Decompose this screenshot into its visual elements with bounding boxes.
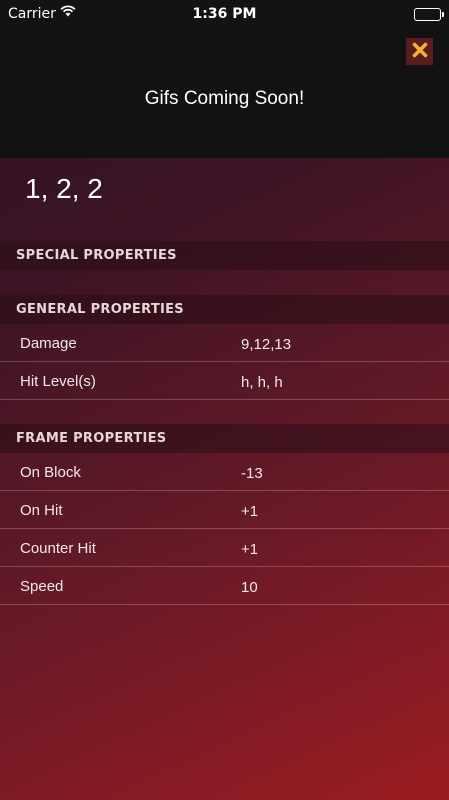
property-value: +1 bbox=[241, 503, 259, 520]
close-x-icon bbox=[412, 42, 428, 62]
property-label: On Block bbox=[20, 464, 81, 481]
section-header-special: SPECIAL PROPERTIES bbox=[0, 241, 449, 270]
property-value: 9,12,13 bbox=[241, 336, 292, 353]
section-header-frame: FRAME PROPERTIES bbox=[0, 424, 449, 453]
property-row-damage: Damage 9,12,13 bbox=[0, 324, 449, 362]
property-label: Hit Level(s) bbox=[20, 373, 96, 390]
gif-notice: Gifs Coming Soon! bbox=[144, 88, 305, 109]
media-header: Gifs Coming Soon! bbox=[0, 30, 449, 158]
property-row-on-hit: On Hit +1 bbox=[0, 491, 449, 529]
battery-icon bbox=[414, 8, 444, 21]
property-value: 10 bbox=[241, 579, 258, 596]
section-header-general: GENERAL PROPERTIES bbox=[0, 295, 449, 324]
property-row-speed: Speed 10 bbox=[0, 567, 449, 605]
property-row-on-block: On Block -13 bbox=[0, 453, 449, 491]
close-button[interactable] bbox=[406, 38, 433, 65]
property-label: Speed bbox=[20, 578, 64, 595]
property-row-hit-level: Hit Level(s) h, h, h bbox=[0, 362, 449, 400]
move-detail-screen: Carrier 1:36 PM Gifs Coming Soon! 1, 2, … bbox=[0, 0, 449, 800]
property-label: On Hit bbox=[20, 502, 63, 519]
status-bar: Carrier 1:36 PM bbox=[0, 0, 449, 30]
move-title: 1, 2, 2 bbox=[25, 173, 103, 204]
property-row-counter-hit: Counter Hit +1 bbox=[0, 529, 449, 567]
property-label: Counter Hit bbox=[20, 540, 96, 557]
property-value: +1 bbox=[241, 541, 259, 558]
property-value: h, h, h bbox=[241, 374, 283, 391]
property-value: -13 bbox=[241, 465, 263, 482]
property-label: Damage bbox=[20, 335, 77, 352]
status-time: 1:36 PM bbox=[192, 6, 257, 22]
